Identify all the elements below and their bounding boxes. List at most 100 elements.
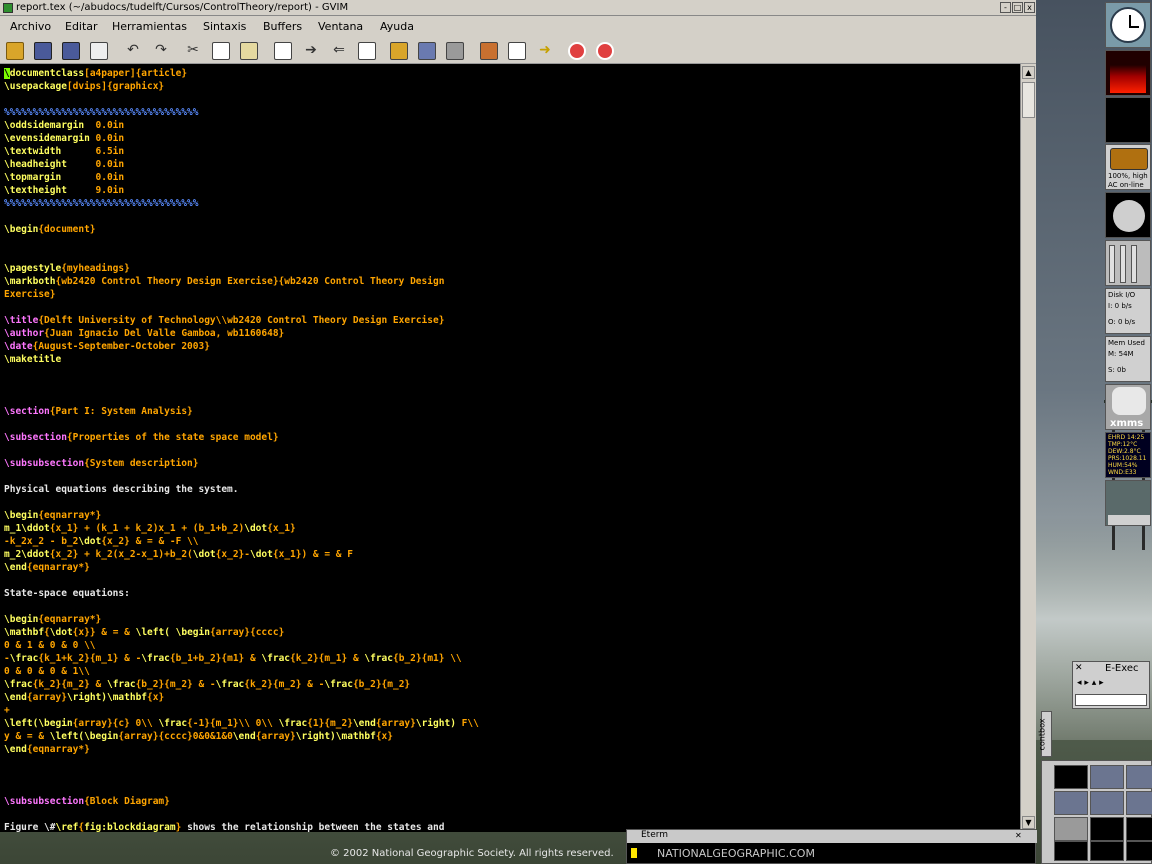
- dock-controls[interactable]: [1108, 515, 1150, 525]
- editor-line[interactable]: Exercise}: [4, 288, 55, 301]
- title-bar[interactable]: report.tex (~/abudocs/tudelft/Cursos/Con…: [0, 0, 1036, 16]
- editor-line[interactable]: \date{August-September-October 2003}: [4, 340, 210, 353]
- dock-app-mixer[interactable]: [1105, 240, 1151, 286]
- pager-desk-10[interactable]: [1054, 841, 1088, 861]
- editor-line[interactable]: 0 & 1 & 0 & 0 \\: [4, 639, 96, 652]
- pager-desk-4[interactable]: [1054, 791, 1088, 815]
- menu-ventana[interactable]: Ventana: [318, 20, 363, 33]
- editor-line[interactable]: \oddsidemargin 0.0in: [4, 119, 124, 132]
- make-icon[interactable]: [480, 42, 498, 60]
- menu-buffers[interactable]: Buffers: [263, 20, 302, 33]
- editor-line[interactable]: \begin{eqnarray*}: [4, 613, 101, 626]
- editor-line[interactable]: \documentclass[a4paper]{article}: [4, 67, 187, 80]
- dock-app-moon[interactable]: [1105, 192, 1151, 238]
- dock-app-monitor[interactable]: [1105, 97, 1151, 143]
- shell-icon[interactable]: [508, 42, 526, 60]
- find-icon[interactable]: [274, 42, 292, 60]
- tags-icon[interactable]: ➜: [536, 42, 554, 60]
- editor-line[interactable]: \usepackage[dvips]{graphicx}: [4, 80, 164, 93]
- editor-line[interactable]: \markboth{wb2420 Control Theory Design E…: [4, 275, 444, 288]
- pager-desk-6[interactable]: [1126, 791, 1152, 815]
- editor-line[interactable]: \headheight 0.0in: [4, 158, 124, 171]
- editor-line[interactable]: \maketitle: [4, 353, 61, 366]
- find-next-icon[interactable]: ➔: [302, 42, 320, 60]
- pager-desk-5[interactable]: [1090, 791, 1124, 815]
- editor-line[interactable]: \textheight 9.0in: [4, 184, 124, 197]
- editor-line[interactable]: 0 & 0 & 0 & 1\\: [4, 665, 90, 678]
- redo-icon[interactable]: ↷: [152, 42, 170, 60]
- find-help-icon[interactable]: [596, 42, 614, 60]
- editor-line[interactable]: y & = & \left(\begin{array}{cccc}0&0&1&0…: [4, 730, 393, 743]
- cut-icon[interactable]: ✂: [184, 42, 202, 60]
- editor-line[interactable]: \pagestyle{myheadings}: [4, 262, 130, 275]
- open-icon[interactable]: [6, 42, 24, 60]
- dock-app-disk-io[interactable]: Disk I/O I: 0 b/s O: 0 b/s: [1105, 288, 1151, 334]
- volume-slider-icon[interactable]: [1109, 245, 1115, 283]
- editor-line[interactable]: -\frac{k_1+k_2}{m_1} & -\frac{b_1+b_2}{m…: [4, 652, 462, 665]
- editor-line[interactable]: \begin{document}: [4, 223, 96, 236]
- scroll-down-arrow-icon[interactable]: ▼: [1022, 816, 1035, 829]
- print-icon[interactable]: [90, 42, 108, 60]
- dock-app-xmms[interactable]: xmms: [1105, 384, 1151, 430]
- e-exec-input[interactable]: [1075, 694, 1147, 706]
- dock-app-weather[interactable]: EHRD 14:25 TMP:12°C DEW:2.8°C PRS:1028.1…: [1105, 432, 1151, 478]
- editor-line[interactable]: \begin{eqnarray*}: [4, 509, 101, 522]
- editor-line[interactable]: +: [4, 704, 10, 717]
- save-icon[interactable]: [34, 42, 52, 60]
- dock-app-sky[interactable]: [1105, 480, 1151, 526]
- editor-line[interactable]: %%%%%%%%%%%%%%%%%%%%%%%%%%%%%%%%%%: [4, 197, 198, 210]
- editor-text-area[interactable]: \documentclass[a4paper]{article} \usepack…: [0, 64, 1020, 832]
- volume-slider-icon[interactable]: [1131, 245, 1137, 283]
- pager-desk-2[interactable]: [1090, 765, 1124, 789]
- editor-line[interactable]: \topmargin 0.0in: [4, 171, 124, 184]
- pager-desk-11[interactable]: [1090, 841, 1124, 861]
- editor-line[interactable]: m_2\ddot{x_2} + k_2(x_2-x_1)+b_2(\dot{x_…: [4, 548, 353, 561]
- vertical-scrollbar[interactable]: ▲ ▼: [1020, 64, 1036, 832]
- eterm-title-bar[interactable]: Eterm ✕: [627, 830, 1037, 843]
- e-exec-controls[interactable]: ◂ ▸ ▴ ▸: [1077, 678, 1145, 688]
- scrollbar-thumb[interactable]: [1022, 82, 1035, 118]
- editor-line[interactable]: \textwidth 6.5in: [4, 145, 124, 158]
- pager-desk-8[interactable]: [1090, 817, 1124, 841]
- editor-line[interactable]: State-space equations:: [4, 587, 130, 600]
- save-all-icon[interactable]: [62, 42, 80, 60]
- editor-line[interactable]: \author{Juan Ignacio Del Valle Gamboa, w…: [4, 327, 284, 340]
- menu-editar[interactable]: Editar: [65, 20, 98, 33]
- dock-app-memory[interactable]: Mem Used M: 54M S: 0b: [1105, 336, 1151, 382]
- pager-desk-7[interactable]: [1054, 817, 1088, 841]
- maximize-button[interactable]: □: [1012, 2, 1023, 13]
- undo-icon[interactable]: ↶: [124, 42, 142, 60]
- find-prev-icon[interactable]: ⇐: [330, 42, 348, 60]
- e-exec-applet[interactable]: E-Exec ✕ ◂ ▸ ▴ ▸: [1072, 661, 1150, 709]
- pager-desk-12[interactable]: [1126, 841, 1152, 861]
- editor-line[interactable]: \mathbf{\dot{x}} & = & \left( \begin{arr…: [4, 626, 284, 639]
- editor-line[interactable]: \title{Delft University of Technology\\w…: [4, 314, 444, 327]
- editor-line[interactable]: \evensidemargin 0.0in: [4, 132, 124, 145]
- eterm-window[interactable]: Eterm ✕ NATIONALGEOGRAPHIC.COM: [626, 829, 1037, 864]
- eterm-close-icon[interactable]: ✕: [1015, 831, 1022, 840]
- run-script-icon[interactable]: [446, 42, 464, 60]
- dock-app-cpu-fire[interactable]: [1105, 50, 1151, 96]
- editor-line[interactable]: Figure \#\ref{fig:blockdiagram} shows th…: [4, 821, 444, 832]
- menu-sintaxis[interactable]: Sintaxis: [203, 20, 246, 33]
- desktop-pager[interactable]: [1041, 760, 1152, 864]
- editor-line[interactable]: \subsubsection{System description}: [4, 457, 198, 470]
- editor-line[interactable]: \left(\begin{array}{c} 0\\ \frac{-1}{m_1…: [4, 717, 479, 730]
- menu-herramientas[interactable]: Herramientas: [112, 20, 187, 33]
- editor-line[interactable]: \end{eqnarray*}: [4, 561, 90, 574]
- volume-slider-icon[interactable]: [1120, 245, 1126, 283]
- editor-line[interactable]: \end{eqnarray*}: [4, 743, 90, 756]
- help-icon[interactable]: [568, 42, 586, 60]
- menu-archivo[interactable]: Archivo: [10, 20, 51, 33]
- replace-icon[interactable]: [358, 42, 376, 60]
- minimize-button[interactable]: -: [1000, 2, 1011, 13]
- menu-ayuda[interactable]: Ayuda: [380, 20, 414, 33]
- editor-line[interactable]: Physical equations describing the system…: [4, 483, 239, 496]
- pager-desk-1[interactable]: [1054, 765, 1088, 789]
- pager-desk-3[interactable]: [1126, 765, 1152, 789]
- save-session-icon[interactable]: [418, 42, 436, 60]
- editor-line[interactable]: \section{Part I: System Analysis}: [4, 405, 193, 418]
- editor-line[interactable]: m_1\ddot{x_1} + (k_1 + k_2)x_1 + (b_1+b_…: [4, 522, 296, 535]
- pager-desk-9[interactable]: [1126, 817, 1152, 841]
- editor-line[interactable]: %%%%%%%%%%%%%%%%%%%%%%%%%%%%%%%%%%: [4, 106, 198, 119]
